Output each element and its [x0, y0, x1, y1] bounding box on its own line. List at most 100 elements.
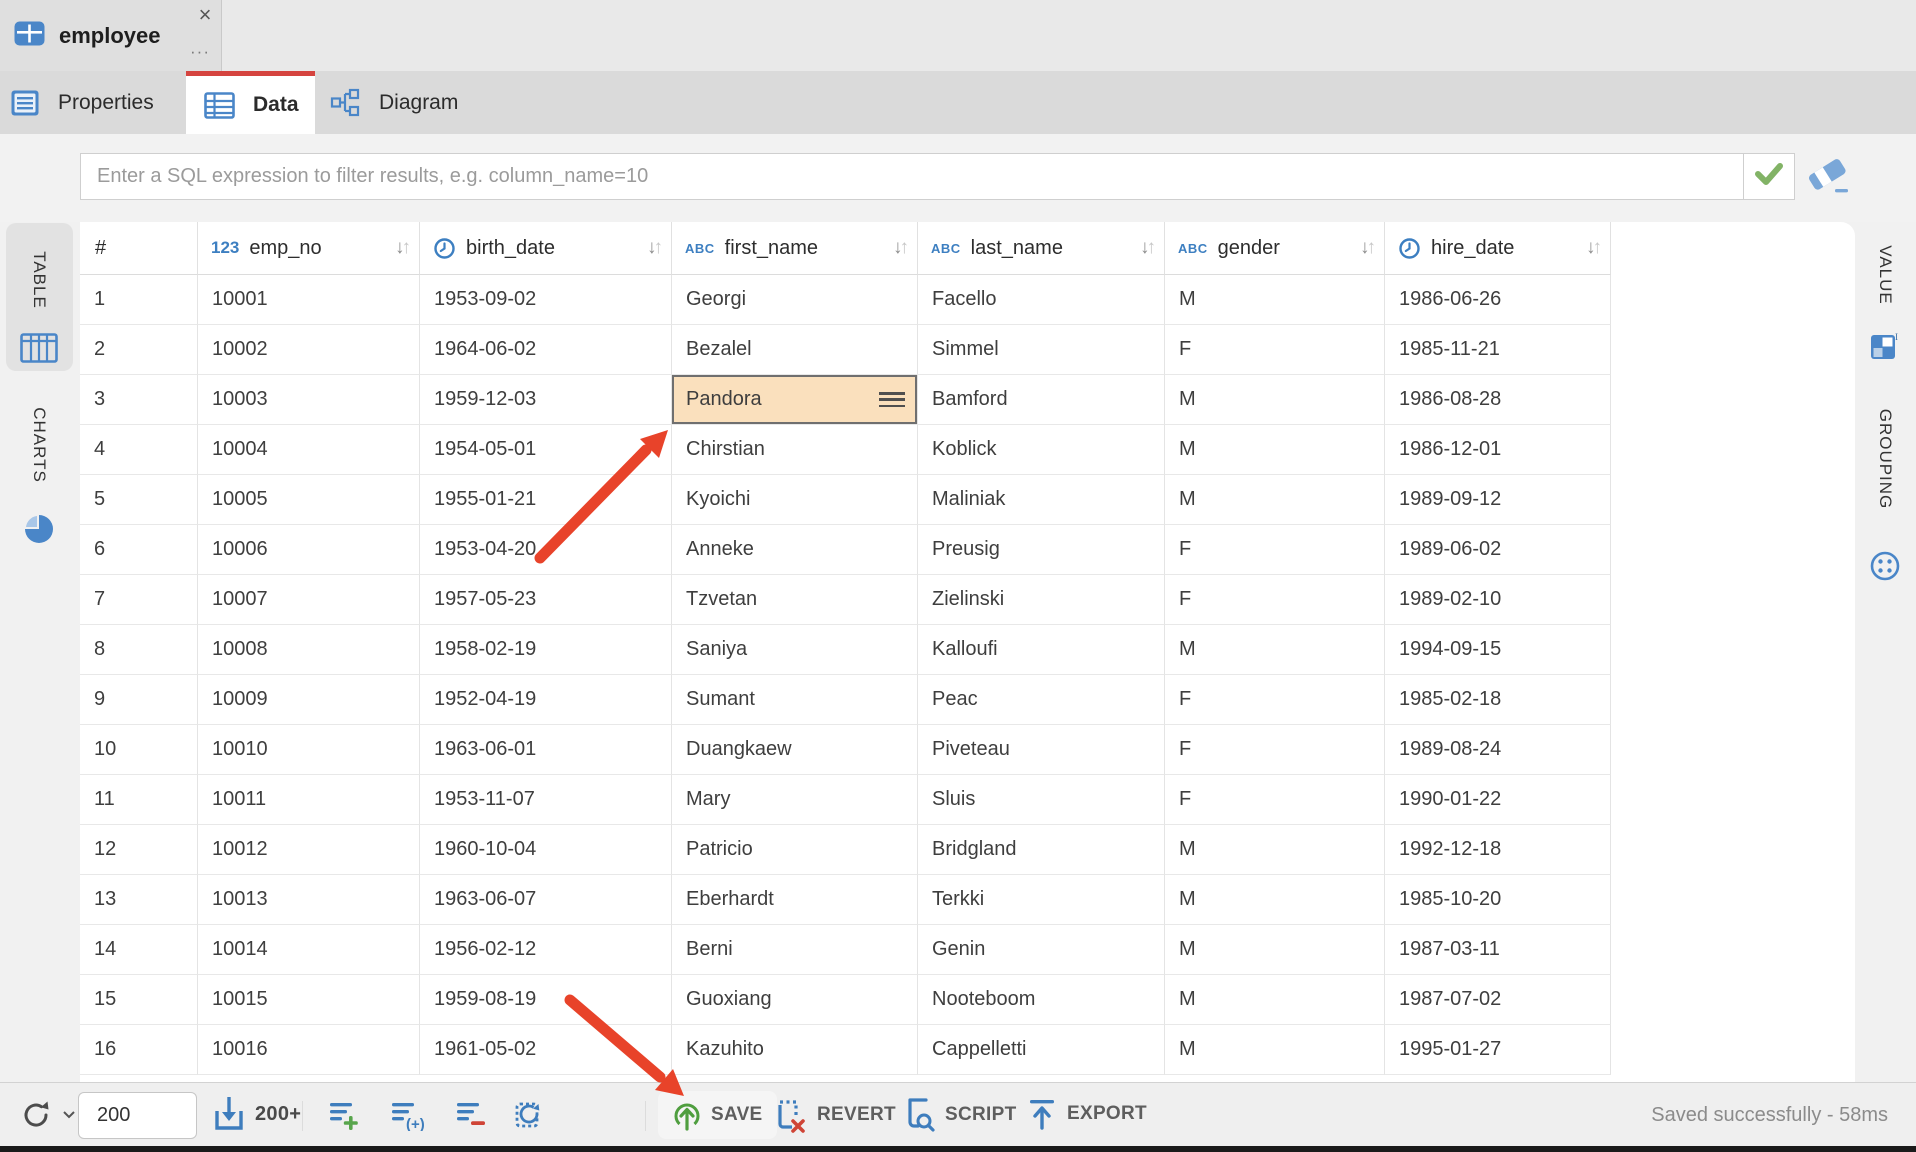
value-panel-icon[interactable]: I [1870, 331, 1900, 361]
grouping-icon[interactable] [1869, 550, 1901, 582]
duplicate-row-button[interactable]: (+) [390, 1099, 428, 1131]
clear-filter-button[interactable] [1804, 160, 1856, 200]
row-number-cell[interactable]: 14 [80, 925, 198, 975]
table-cell[interactable]: M [1165, 925, 1385, 975]
table-cell[interactable]: Patricio [672, 825, 918, 875]
fetch-next-page-button[interactable]: 200+ [212, 1095, 301, 1133]
table-cell[interactable]: Anneke [672, 525, 918, 575]
table-cell[interactable]: Nooteboom [918, 975, 1165, 1025]
table-cell[interactable]: F [1165, 525, 1385, 575]
table-cell[interactable]: 10013 [198, 875, 420, 925]
table-cell[interactable]: 1958-02-19 [420, 625, 672, 675]
table-cell[interactable]: Berni [672, 925, 918, 975]
table-cell[interactable]: 10011 [198, 775, 420, 825]
table-cell[interactable]: 1986-08-28 [1385, 375, 1611, 425]
table-cell[interactable]: Bezalel [672, 325, 918, 375]
table-cell[interactable]: 1964-06-02 [420, 325, 672, 375]
row-number-cell[interactable]: 4 [80, 425, 198, 475]
table-cell[interactable]: 1953-09-02 [420, 275, 672, 325]
table-cell[interactable]: Eberhardt [672, 875, 918, 925]
table-cell[interactable]: 1987-07-02 [1385, 975, 1611, 1025]
table-cell[interactable]: 1989-09-12 [1385, 475, 1611, 525]
sort-arrows-icon[interactable]: ↓↑ [1586, 237, 1602, 259]
table-cell[interactable]: 1986-12-01 [1385, 425, 1611, 475]
table-cell[interactable]: M [1165, 875, 1385, 925]
table-cell[interactable]: 10016 [198, 1025, 420, 1075]
table-cell[interactable]: 1989-08-24 [1385, 725, 1611, 775]
table-cell[interactable]: 10006 [198, 525, 420, 575]
table-cell[interactable]: M [1165, 275, 1385, 325]
table-cell[interactable]: 1963-06-01 [420, 725, 672, 775]
table-cell[interactable]: 10007 [198, 575, 420, 625]
table-cell[interactable]: 1959-08-19 [420, 975, 672, 1025]
table-cell[interactable]: F [1165, 775, 1385, 825]
column-header-birth_date[interactable]: birth_date↓↑ [420, 222, 672, 275]
table-cell[interactable]: Kyoichi [672, 475, 918, 525]
edited-cell[interactable]: Pandora [672, 375, 918, 425]
row-number-cell[interactable]: 8 [80, 625, 198, 675]
table-cell[interactable]: Koblick [918, 425, 1165, 475]
column-header-rownum[interactable]: # [80, 222, 198, 275]
column-header-last_name[interactable]: ABClast_name↓↑ [918, 222, 1165, 275]
revert-button[interactable]: REVERT [772, 1096, 896, 1134]
add-row-button[interactable] [328, 1099, 360, 1131]
close-tab-icon[interactable]: × [192, 2, 218, 28]
tab-employee[interactable]: employee × ··· [0, 0, 222, 71]
table-cell[interactable]: 1995-01-27 [1385, 1025, 1611, 1075]
refresh-cell-button[interactable] [512, 1097, 546, 1131]
table-cell[interactable]: Peac [918, 675, 1165, 725]
sort-arrows-icon[interactable]: ↓↑ [1140, 237, 1156, 259]
table-cell[interactable]: 1953-11-07 [420, 775, 672, 825]
table-cell[interactable]: Kazuhito [672, 1025, 918, 1075]
table-cell[interactable]: 1960-10-04 [420, 825, 672, 875]
row-number-cell[interactable]: 12 [80, 825, 198, 875]
table-cell[interactable]: F [1165, 575, 1385, 625]
table-cell[interactable]: 1985-10-20 [1385, 875, 1611, 925]
table-cell[interactable]: 10002 [198, 325, 420, 375]
column-header-first_name[interactable]: ABCfirst_name↓↑ [672, 222, 918, 275]
table-cell[interactable]: F [1165, 725, 1385, 775]
table-cell[interactable]: M [1165, 1025, 1385, 1075]
table-cell[interactable]: Preusig [918, 525, 1165, 575]
table-cell[interactable]: 1953-04-20 [420, 525, 672, 575]
table-cell[interactable]: Terkki [918, 875, 1165, 925]
row-number-cell[interactable]: 2 [80, 325, 198, 375]
table-cell[interactable]: Saniya [672, 625, 918, 675]
table-cell[interactable]: 1989-06-02 [1385, 525, 1611, 575]
table-cell[interactable]: 10005 [198, 475, 420, 525]
table-cell[interactable]: Maliniak [918, 475, 1165, 525]
table-cell[interactable]: Duangkaew [672, 725, 918, 775]
column-header-hire_date[interactable]: hire_date↓↑ [1385, 222, 1611, 275]
table-cell[interactable]: 1990-01-22 [1385, 775, 1611, 825]
table-cell[interactable]: 1954-05-01 [420, 425, 672, 475]
table-cell[interactable]: 1994-09-15 [1385, 625, 1611, 675]
table-cell[interactable]: M [1165, 825, 1385, 875]
row-number-cell[interactable]: 15 [80, 975, 198, 1025]
table-view-icon[interactable] [20, 333, 58, 363]
table-cell[interactable]: Mary [672, 775, 918, 825]
fetch-size-input[interactable] [78, 1092, 197, 1139]
table-cell[interactable]: 10004 [198, 425, 420, 475]
table-cell[interactable]: F [1165, 675, 1385, 725]
row-number-cell[interactable]: 13 [80, 875, 198, 925]
row-number-cell[interactable]: 5 [80, 475, 198, 525]
export-button[interactable]: EXPORT [1026, 1097, 1147, 1131]
table-cell[interactable]: 10014 [198, 925, 420, 975]
table-cell[interactable]: 10015 [198, 975, 420, 1025]
tab-diagram[interactable]: Diagram [315, 71, 500, 134]
charts-pie-icon[interactable] [23, 513, 55, 545]
table-cell[interactable]: 1961-05-02 [420, 1025, 672, 1075]
row-number-cell[interactable]: 9 [80, 675, 198, 725]
row-number-cell[interactable]: 16 [80, 1025, 198, 1075]
table-cell[interactable]: Facello [918, 275, 1165, 325]
table-cell[interactable]: 1986-06-26 [1385, 275, 1611, 325]
table-cell[interactable]: M [1165, 975, 1385, 1025]
table-cell[interactable]: M [1165, 625, 1385, 675]
table-cell[interactable]: M [1165, 425, 1385, 475]
script-button[interactable]: SCRIPT [900, 1096, 1016, 1134]
table-cell[interactable]: Genin [918, 925, 1165, 975]
table-cell[interactable]: 10009 [198, 675, 420, 725]
table-cell[interactable]: 1957-05-23 [420, 575, 672, 625]
rail-value-label[interactable]: VALUE [1875, 245, 1895, 305]
table-cell[interactable]: 1959-12-03 [420, 375, 672, 425]
